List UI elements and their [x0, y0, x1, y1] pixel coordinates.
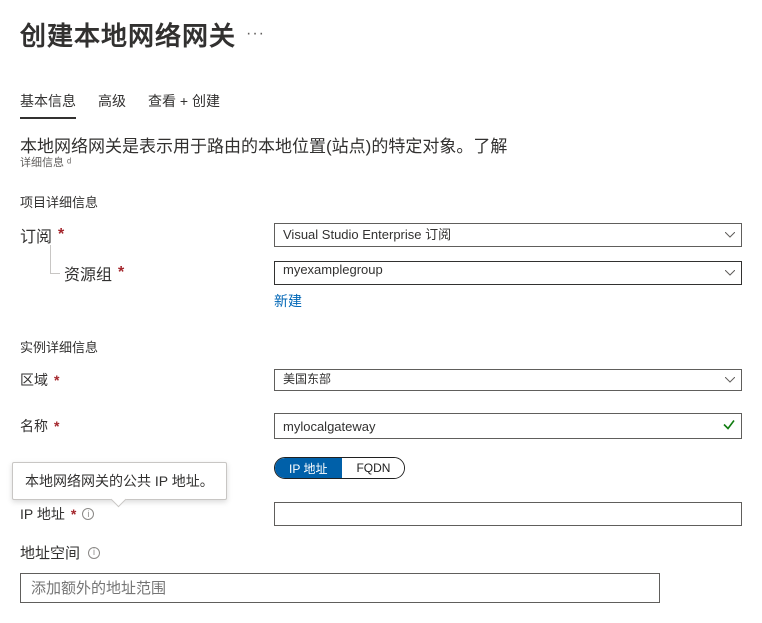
label-address-space-text: 地址空间 — [20, 542, 80, 563]
endpoint-option-ip[interactable]: IP 地址 — [275, 458, 342, 478]
required-icon: * — [54, 372, 59, 388]
subscription-value: Visual Studio Enterprise 订阅 — [283, 227, 451, 242]
endpoint-toggle: IP 地址 FQDN — [274, 457, 405, 479]
page-title: 创建本地网络网关 — [20, 16, 236, 53]
tab-review-create[interactable]: 查看 + 创建 — [148, 87, 220, 119]
label-subscription-text: 订阅 — [20, 223, 52, 247]
label-region: 区域 * — [20, 370, 274, 390]
resource-group-value: myexamplegroup — [283, 262, 383, 277]
section-project-details: 项目详细信息 — [20, 192, 742, 211]
required-icon: * — [118, 264, 124, 282]
label-ip-address-text: IP 地址 — [20, 504, 65, 524]
chevron-down-icon — [725, 377, 735, 383]
section-instance-details: 实例详细信息 — [20, 337, 742, 356]
tab-bar: 基本信息 高级 查看 + 创建 — [20, 87, 742, 119]
label-address-space: 地址空间 i — [20, 542, 742, 563]
create-new-link[interactable]: 新建 — [274, 293, 302, 309]
name-input[interactable] — [274, 413, 742, 439]
label-resource-group-text: 资源组 — [64, 261, 112, 285]
check-icon — [722, 418, 736, 435]
chevron-down-icon — [725, 270, 735, 276]
subscription-select[interactable]: Visual Studio Enterprise 订阅 — [274, 223, 742, 247]
label-subscription: 订阅 * — [20, 223, 274, 247]
tab-basic[interactable]: 基本信息 — [20, 87, 76, 119]
info-icon[interactable]: i — [82, 508, 94, 520]
resource-group-select[interactable]: myexamplegroup — [274, 261, 742, 285]
region-value: 美国东部 — [283, 372, 331, 386]
label-resource-group: 资源组 * — [20, 261, 274, 285]
address-range-input[interactable] — [20, 573, 660, 603]
required-icon: * — [54, 418, 59, 434]
ip-address-input[interactable] — [274, 502, 742, 526]
endpoint-option-fqdn[interactable]: FQDN — [342, 458, 404, 478]
info-icon[interactable]: i — [88, 547, 100, 559]
label-ip-address: IP 地址 * i — [20, 504, 274, 524]
more-icon[interactable]: ··· — [246, 25, 265, 43]
tab-advanced[interactable]: 高级 — [98, 87, 126, 119]
label-name: 名称 * — [20, 416, 274, 436]
required-icon: * — [58, 226, 64, 244]
label-name-text: 名称 — [20, 416, 48, 436]
chevron-down-icon — [725, 232, 735, 238]
required-icon: * — [71, 506, 76, 522]
tooltip-ip: 本地网络网关的公共 IP 地址。 — [12, 462, 227, 500]
label-region-text: 区域 — [20, 370, 48, 390]
region-select[interactable]: 美国东部 — [274, 369, 742, 391]
